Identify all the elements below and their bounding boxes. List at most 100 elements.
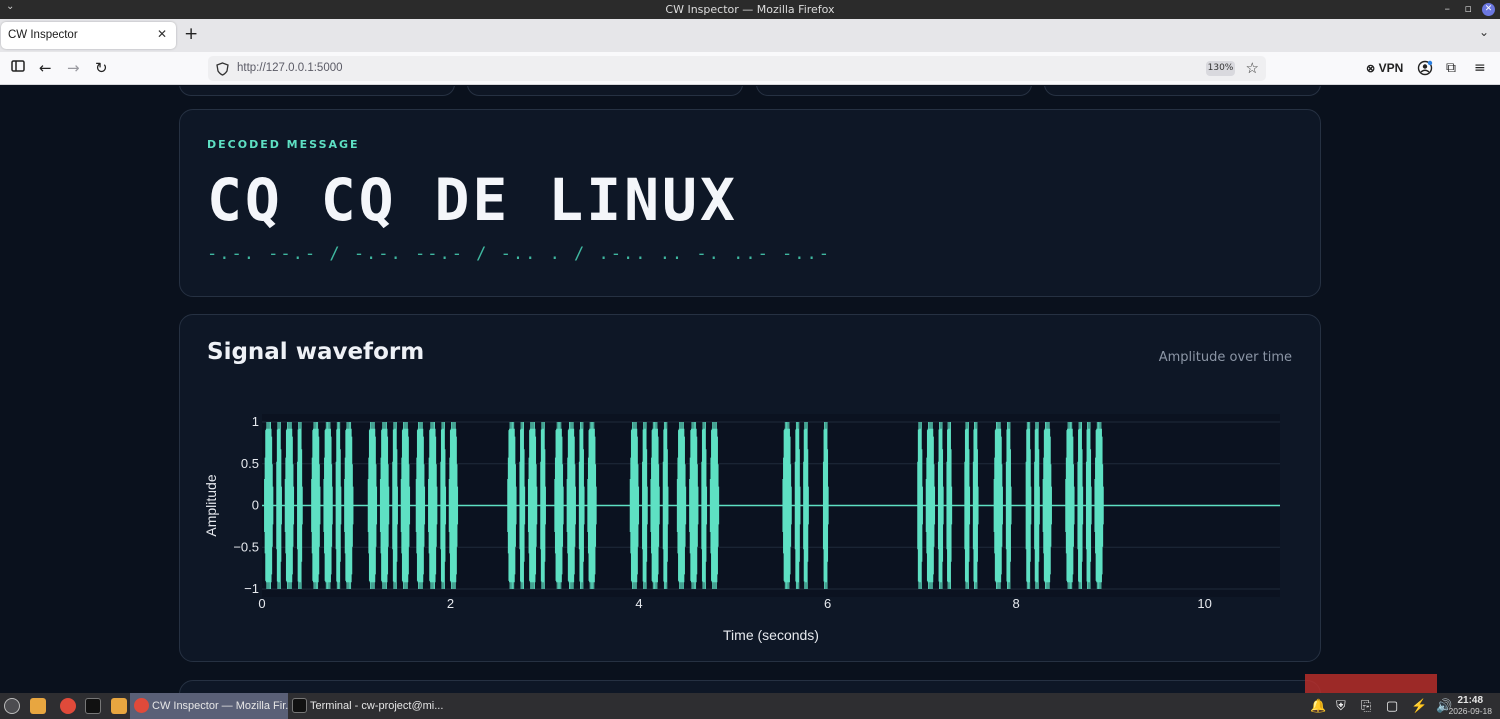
- waveform-burst: [822, 422, 829, 589]
- waveform-burst: [311, 422, 321, 589]
- minimize-button[interactable]: –: [1445, 2, 1451, 15]
- app-menu-icon[interactable]: ≡: [1474, 60, 1486, 76]
- x-axis-label: Time (seconds): [723, 627, 819, 643]
- terminal-launcher-icon[interactable]: [85, 698, 101, 714]
- clock[interactable]: 21:48 2026-09-18: [1449, 695, 1492, 717]
- reload-button[interactable]: ↻: [95, 59, 108, 77]
- vpn-label: VPN: [1378, 61, 1404, 75]
- page-viewport: DECODED MESSAGE CQ CQ DE LINUX -.-. --.-…: [0, 86, 1500, 693]
- waveform-burst: [578, 422, 585, 589]
- task-label: Terminal - cw-project@mi...: [310, 700, 444, 712]
- decoded-message-eyebrow: DECODED MESSAGE: [207, 138, 360, 151]
- waveform-burst: [367, 422, 378, 589]
- waveform-burst: [276, 422, 282, 589]
- waveform-burst: [1094, 422, 1104, 589]
- summary-card-stub: [179, 86, 455, 96]
- next-card-stub: [179, 680, 1321, 693]
- waveform-burst: [782, 422, 792, 589]
- y-tick-label: −1: [244, 581, 259, 596]
- signal-waveform-card: Signal waveform Amplitude over time 1 0.5…: [179, 314, 1321, 662]
- waveform-burst: [803, 422, 809, 589]
- extensions-icon[interactable]: ⧉: [1446, 60, 1456, 76]
- waveform-burst: [917, 422, 923, 589]
- waveform-burst: [297, 422, 303, 589]
- window-titlebar: ⌄ CW Inspector — Mozilla Firefox – ▫ ✕: [0, 0, 1500, 19]
- waveform-burst: [993, 422, 1003, 589]
- account-icon[interactable]: [1417, 60, 1433, 80]
- waveform-burst: [392, 422, 398, 589]
- url-text[interactable]: http://127.0.0.1:5000: [237, 62, 343, 74]
- desktop-taskbar: CW Inspector — Mozilla Fir... Terminal -…: [0, 693, 1500, 719]
- waveform-burst: [676, 422, 687, 589]
- waveform-burst: [519, 422, 526, 589]
- muo-watermark-logo: MUO: [1305, 674, 1437, 693]
- waveform-burst: [264, 422, 274, 589]
- new-tab-button[interactable]: +: [184, 24, 198, 44]
- files-launcher-icon[interactable]: [30, 698, 46, 714]
- waveform-burst: [540, 422, 546, 589]
- tab-label: CW Inspector: [8, 29, 78, 41]
- vpn-status-icon: ⊗: [1366, 63, 1376, 75]
- waveform-burst: [1085, 422, 1092, 589]
- y-tick-label: 0.5: [241, 456, 259, 471]
- clipboard-icon[interactable]: ⎘: [1361, 698, 1371, 714]
- address-bar[interactable]: http://127.0.0.1:5000 130% ☆: [208, 56, 1266, 81]
- start-menu-icon[interactable]: [4, 698, 20, 714]
- x-tick-label: 4: [635, 596, 642, 611]
- firefox-launcher-icon[interactable]: [60, 698, 76, 714]
- notifications-icon[interactable]: 🔔: [1310, 698, 1326, 714]
- waveform-burst: [964, 422, 971, 589]
- decoded-message-card: DECODED MESSAGE CQ CQ DE LINUX -.-. --.-…: [179, 109, 1321, 297]
- waveform-burst: [946, 422, 953, 589]
- taskbar-task-firefox[interactable]: CW Inspector — Mozilla Fir...: [130, 693, 288, 719]
- waveform-burst: [428, 422, 438, 589]
- navigation-toolbar: ← → ↻ http://127.0.0.1:5000 130% ☆ ⊗ VPN…: [0, 52, 1500, 85]
- x-tick-label: 8: [1012, 596, 1019, 611]
- waveform-burst: [972, 422, 979, 589]
- close-tab-icon[interactable]: ✕: [157, 27, 167, 41]
- vpn-button[interactable]: ⊗ VPN: [1366, 61, 1403, 75]
- folder-launcher-icon[interactable]: [111, 698, 127, 714]
- back-button[interactable]: ←: [39, 59, 52, 77]
- power-icon[interactable]: ⚡: [1411, 698, 1427, 714]
- close-window-button[interactable]: ✕: [1482, 3, 1495, 16]
- waveform-burst: [1025, 422, 1032, 589]
- zoom-level-badge[interactable]: 130%: [1206, 61, 1235, 76]
- waveform-burst: [400, 422, 411, 589]
- waveform-burst: [415, 422, 426, 589]
- terminal-icon: [292, 698, 307, 713]
- window-title: CW Inspector — Mozilla Firefox: [665, 3, 835, 16]
- y-tick-label: −0.5: [233, 539, 259, 554]
- waveform-chart[interactable]: 10.50−0.5−10 2 4 6 8 10Time (seconds)Amplitud…: [180, 315, 1320, 661]
- sidebar-toggle-icon[interactable]: [11, 59, 25, 77]
- waveform-burst: [709, 422, 720, 589]
- x-tick-label: 6: [824, 596, 831, 611]
- task-label: CW Inspector — Mozilla Fir...: [152, 700, 288, 712]
- summary-card-stub: [467, 86, 743, 96]
- decoded-message-text: CQ CQ DE LINUX: [207, 166, 738, 234]
- maximize-button[interactable]: ▫: [1465, 2, 1472, 15]
- summary-card-stub: [756, 86, 1032, 96]
- waveform-burst: [937, 422, 944, 589]
- waveform-burst: [587, 422, 597, 589]
- bookmark-star-icon[interactable]: ☆: [1246, 59, 1259, 77]
- waveform-burst: [335, 422, 342, 589]
- clock-date: 2026-09-18: [1448, 706, 1492, 716]
- waveform-burst: [794, 422, 801, 589]
- list-all-tabs-icon[interactable]: ⌄: [1479, 25, 1489, 39]
- clock-time: 21:48: [1457, 695, 1484, 706]
- display-icon[interactable]: ▢: [1386, 698, 1398, 714]
- waveform-burst: [662, 422, 669, 589]
- forward-button[interactable]: →: [67, 59, 80, 77]
- waveform-burst: [1005, 422, 1012, 589]
- y-tick-label: 0: [252, 498, 259, 513]
- tab-cw-inspector[interactable]: CW Inspector ✕: [1, 22, 176, 49]
- tracking-protection-shield-icon[interactable]: [216, 61, 229, 80]
- waveform-burst: [344, 422, 354, 589]
- x-tick-label: 10: [1197, 596, 1211, 611]
- tab-strip: CW Inspector ✕ + ⌄: [0, 19, 1500, 52]
- security-shield-icon[interactable]: ⛨: [1336, 698, 1346, 714]
- taskbar-task-terminal[interactable]: Terminal - cw-project@mi...: [288, 693, 448, 719]
- waveform-burst: [689, 422, 699, 589]
- waveform-burst: [1042, 422, 1052, 589]
